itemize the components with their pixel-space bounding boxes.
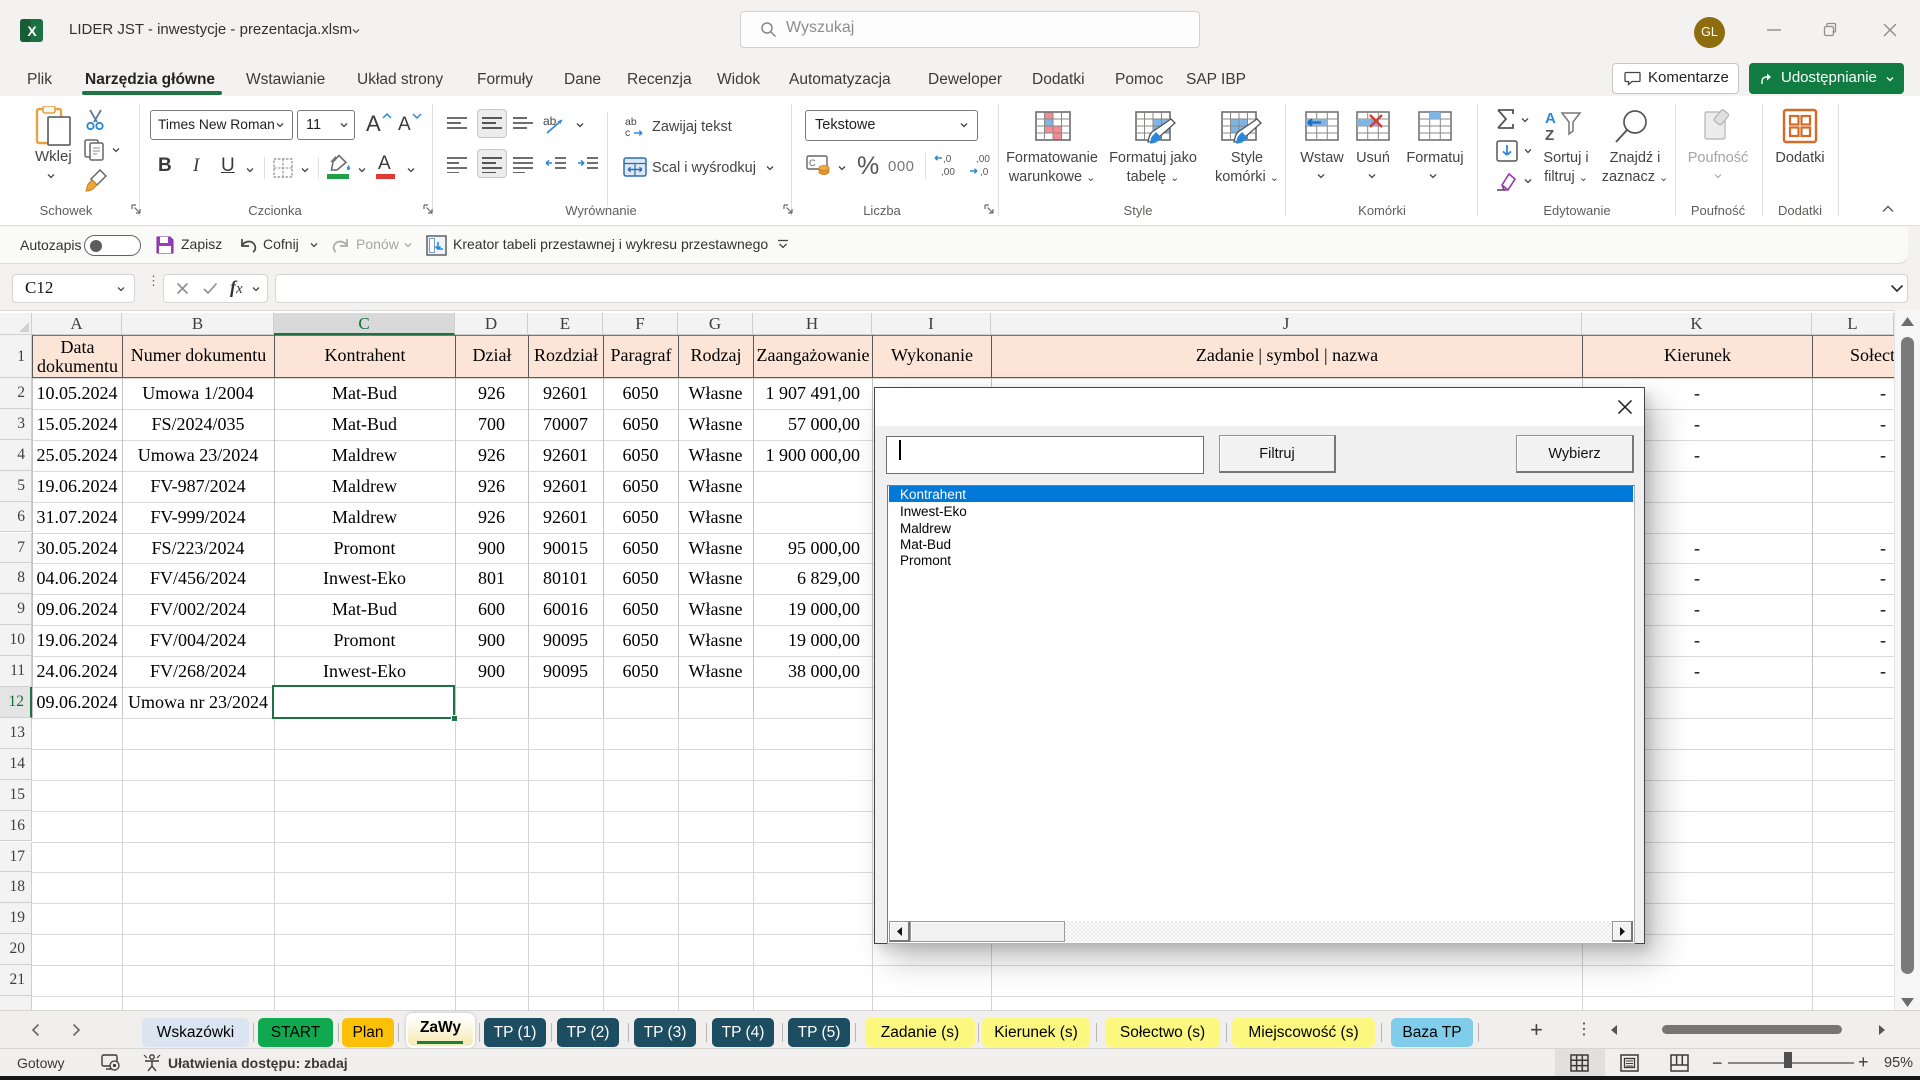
svg-text:c: c (625, 127, 630, 138)
svg-text:C: C (809, 158, 816, 168)
svg-text:A: A (1545, 110, 1556, 127)
svg-text:Z: Z (1545, 127, 1554, 143)
svg-text:X: X (27, 23, 37, 39)
svg-text:,0: ,0 (943, 154, 952, 165)
svg-text:,00: ,00 (941, 167, 955, 178)
